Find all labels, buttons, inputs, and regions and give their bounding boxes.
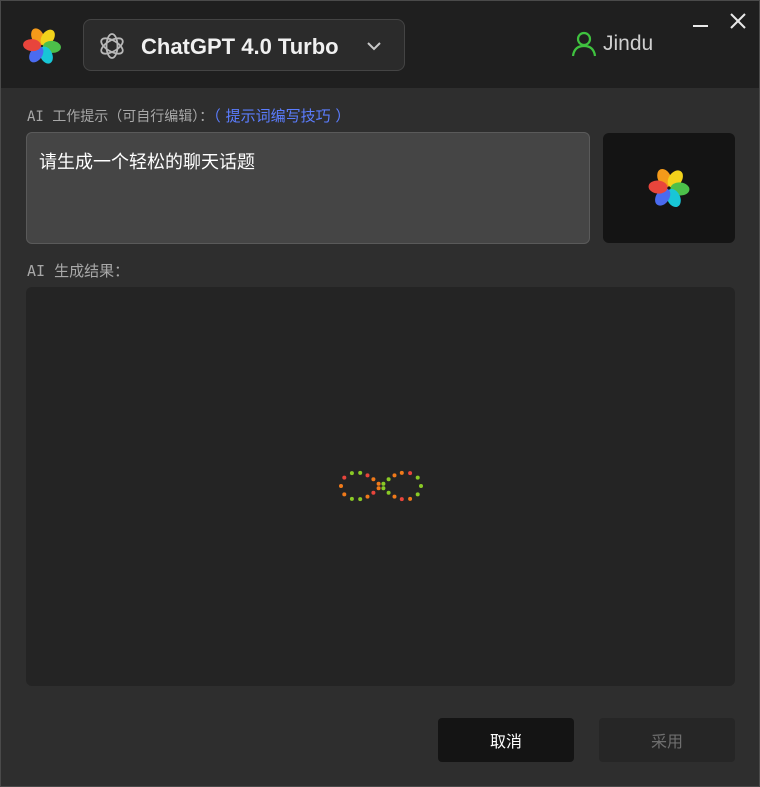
prompt-label: AI 工作提示（可自行编辑）：（ 提示词编写技巧 ） [27,105,350,126]
user-icon [571,31,597,57]
spinner-dot [376,486,381,491]
spinner-dot [339,484,343,488]
spinner-dot [358,470,363,475]
spinner-dot [371,490,376,495]
spinner-dot [381,481,386,486]
title-bar: ChatGPT 4.0 Turbo Jindu [1,1,759,88]
spinner-dot [415,475,420,480]
loading-spinner-icon [339,470,423,502]
result-label: AI 生成结果： [27,262,130,280]
spinner-dot [386,490,391,495]
model-selector[interactable]: ChatGPT 4.0 Turbo [83,19,405,71]
user-name: Jindu [603,32,654,55]
spinner-dot [381,486,386,491]
prompt-tips-link[interactable]: （ 提示词编写技巧 ） [213,107,350,125]
spinner-dot [371,477,376,482]
generate-image-button[interactable] [603,133,735,243]
spinner-dot [342,475,347,480]
spinner-dot [392,494,397,499]
flower-logo-icon [648,168,690,208]
user-account[interactable]: Jindu [571,31,653,57]
spinner-dot [408,471,413,476]
ai-writer-window: ChatGPT 4.0 Turbo Jindu AI 工作提示（可自行编辑）：（… [0,0,760,787]
chevron-down-icon [367,42,381,51]
cancel-button[interactable]: 取消 [438,718,574,762]
apply-button[interactable]: 采用 [599,718,735,762]
prompt-input[interactable]: 请生成一个轻松的聊天话题 [26,132,590,244]
result-output [26,287,735,686]
spinner-dot [386,477,391,482]
minimize-icon[interactable] [691,11,711,31]
spinner-dot [399,470,404,475]
spinner-dot [392,473,397,478]
spinner-dot [342,492,347,497]
spinner-dot [419,484,423,488]
spinner-dot [399,497,404,502]
openai-icon [100,33,124,59]
model-name: ChatGPT 4.0 Turbo [141,34,339,59]
spinner-dot [365,473,370,478]
spinner-dot [349,471,354,476]
spinner-dot [358,497,363,502]
spinner-dot [415,492,420,497]
spinner-dot [408,496,413,501]
prompt-label-text: AI 工作提示（可自行编辑）： [27,109,214,125]
flower-logo-icon [23,28,61,64]
spinner-dot [376,481,381,486]
close-icon[interactable] [728,11,748,31]
spinner-dot [349,496,354,501]
spinner-dot [365,494,370,499]
